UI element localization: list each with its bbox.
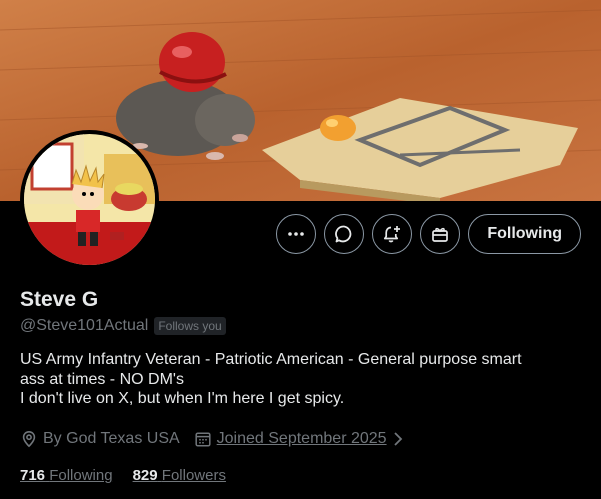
gift-icon xyxy=(432,227,449,242)
avatar-image xyxy=(24,134,155,265)
follows-you-badge: Follows you xyxy=(154,317,226,335)
profile-meta: By God Texas USA Joined September 2025 xyxy=(20,430,418,448)
bell-plus-icon xyxy=(384,226,401,243)
gift-button[interactable] xyxy=(420,214,461,254)
calendar-icon xyxy=(195,432,211,447)
handle-row: @Steve101Actual Follows you xyxy=(20,317,226,335)
more-icon xyxy=(288,232,305,236)
chevron-right-icon xyxy=(393,432,402,446)
profile-actions: Following xyxy=(276,214,581,254)
joined-date[interactable]: Joined September 2025 xyxy=(194,430,404,448)
avatar[interactable] xyxy=(20,130,159,269)
bio-line: US Army Infantry Veteran - Patriotic Ame… xyxy=(20,351,522,368)
message-button[interactable] xyxy=(324,214,365,254)
joined-text: Joined September 2025 xyxy=(216,430,387,447)
following-count: 716 xyxy=(20,467,46,484)
notify-button[interactable] xyxy=(372,214,413,254)
location: By God Texas USA xyxy=(20,430,180,448)
follow-counts: 716 Following 829 Followers xyxy=(20,467,226,484)
bio-line: I don't live on X, but when I'm here I g… xyxy=(20,390,345,407)
location-pin-icon xyxy=(22,430,36,448)
profile-bio: US Army Infantry Veteran - Patriotic Ame… xyxy=(20,350,590,409)
user-handle: @Steve101Actual xyxy=(20,317,149,334)
followers-count-label: Followers xyxy=(161,467,226,484)
following-count-label: Following xyxy=(49,467,113,484)
following-count-link[interactable]: 716 Following xyxy=(20,467,113,484)
followers-count: 829 xyxy=(132,467,158,484)
message-icon xyxy=(335,225,352,243)
following-button[interactable]: Following xyxy=(468,214,581,254)
more-button[interactable] xyxy=(276,214,317,254)
followers-count-link[interactable]: 829 Followers xyxy=(133,467,226,484)
bio-line: ass at times - NO DM's xyxy=(20,370,184,388)
location-text: By God Texas USA xyxy=(43,430,180,447)
display-name: Steve G xyxy=(20,288,99,311)
